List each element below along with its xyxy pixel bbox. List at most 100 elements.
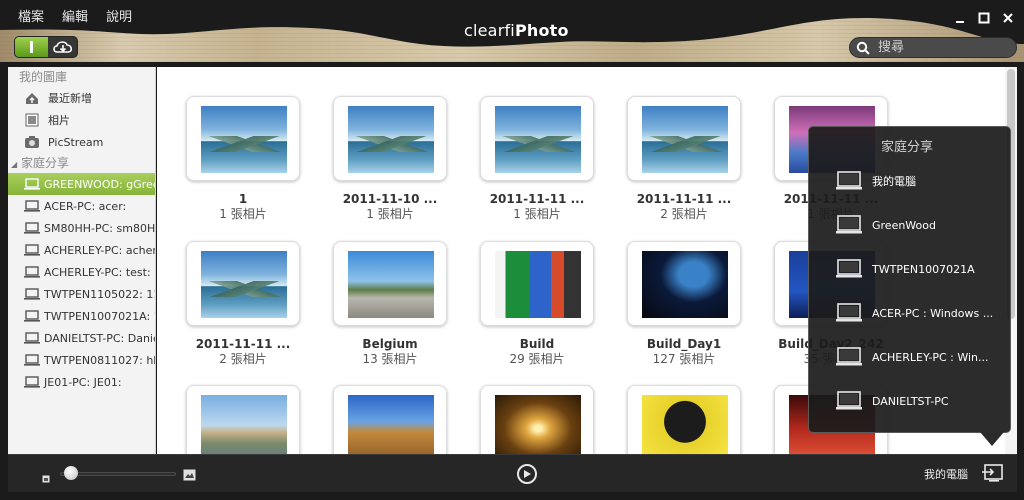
menu-file[interactable]: 檔案 bbox=[18, 8, 44, 28]
popup-title: 家庭分享 bbox=[881, 140, 934, 155]
popup-item-label: GreenWood bbox=[872, 218, 936, 232]
share-screen-icon bbox=[982, 464, 1003, 482]
device-list: GREENWOOD: gGreen ACER-PC: acer: SM80HH-PC… bbox=[8, 173, 155, 393]
popup-device-item[interactable]: ACHERLEY-PC : Win... bbox=[836, 347, 989, 367]
laptop-icon bbox=[24, 352, 40, 368]
large-thumbnail-icon[interactable] bbox=[183, 466, 196, 485]
popup-device-item[interactable]: TWTPEN1007021A bbox=[836, 259, 975, 279]
sidebar-device-item[interactable]: ACHERLEY-PC: acherle bbox=[8, 239, 155, 261]
album-caption: 2011-11-11 ... 2 張相片 bbox=[614, 192, 754, 222]
album-tile[interactable] bbox=[333, 241, 447, 326]
album-tile[interactable] bbox=[627, 96, 741, 181]
album-thumbnail bbox=[642, 106, 728, 173]
laptop-icon bbox=[24, 198, 40, 214]
album-photo-count: 1 張相片 bbox=[513, 207, 561, 221]
window-controls bbox=[946, 10, 1018, 26]
album-thumbnail bbox=[201, 106, 287, 173]
close-icon bbox=[1003, 13, 1013, 23]
laptop-icon bbox=[24, 242, 40, 258]
sidebar-item-label: 最近新增 bbox=[48, 92, 92, 105]
album-thumbnail bbox=[642, 251, 728, 318]
sidebar-item-picstream[interactable]: PicStream bbox=[8, 131, 155, 153]
album-tile[interactable] bbox=[186, 385, 300, 454]
logo-brand: clearfi bbox=[464, 21, 515, 40]
album-tile[interactable] bbox=[627, 241, 741, 326]
album-photo-count: 29 張相片 bbox=[509, 352, 565, 366]
popup-item-label: TWTPEN1007021A bbox=[872, 262, 975, 276]
album-tile[interactable] bbox=[333, 96, 447, 181]
popup-item-label: ACER-PC : Windows ... bbox=[872, 306, 994, 320]
laptop-icon bbox=[24, 330, 40, 346]
album-tile[interactable] bbox=[186, 96, 300, 181]
album-thumbnail bbox=[348, 251, 434, 318]
sidebar-device-item[interactable]: ACER-PC: acer: bbox=[8, 195, 155, 217]
popup-device-item[interactable]: 我的電腦 bbox=[836, 171, 916, 191]
album-title: 2011-11-11 ... bbox=[489, 192, 585, 206]
logo-product: Photo bbox=[514, 21, 569, 40]
sidebar-item-photos[interactable]: 相片 bbox=[8, 109, 155, 131]
menu-edit[interactable]: 編輯 bbox=[62, 8, 88, 28]
search-input[interactable] bbox=[878, 40, 1008, 55]
album-thumbnail bbox=[495, 395, 581, 454]
sidebar-item-recent[interactable]: 最近新增 bbox=[8, 87, 155, 109]
album-caption: 2011-11-11 ... 2 張相片 bbox=[173, 337, 313, 367]
album-tile[interactable] bbox=[480, 385, 594, 454]
album-tile[interactable] bbox=[480, 96, 594, 181]
sidebar-device-item[interactable]: GREENWOOD: gGreen bbox=[8, 173, 155, 195]
sidebar-device-item[interactable]: ACHERLEY-PC: test: bbox=[8, 261, 155, 283]
album-title: Belgium bbox=[362, 337, 418, 351]
bottom-toolbar: 我的電腦 bbox=[8, 454, 1017, 492]
current-device-label: 我的電腦 bbox=[924, 468, 968, 481]
album-tile[interactable] bbox=[333, 385, 447, 454]
album-photo-count: 13 張相片 bbox=[362, 352, 418, 366]
play-icon bbox=[524, 470, 531, 478]
album-caption: 2011-11-11 ...1 張相片 bbox=[467, 192, 607, 222]
popup-device-item[interactable]: GreenWood bbox=[836, 215, 936, 235]
minimize-button[interactable] bbox=[950, 10, 970, 26]
laptop-icon bbox=[836, 259, 862, 279]
sidebar-device-item[interactable]: DANIELTST-PC: Daniel bbox=[8, 327, 155, 349]
album-tile[interactable] bbox=[186, 241, 300, 326]
cloud-download-icon bbox=[52, 41, 72, 53]
popup-pointer bbox=[980, 432, 1004, 446]
album-photo-count: 1 張相片 bbox=[219, 207, 267, 221]
sidebar-device-item[interactable]: JE01-PC: JE01: bbox=[8, 371, 155, 393]
album-tile[interactable] bbox=[480, 241, 594, 326]
album-thumbnail bbox=[348, 395, 434, 454]
zoom-slider-handle[interactable] bbox=[63, 466, 78, 480]
album-title: 1 bbox=[238, 192, 248, 206]
album-caption: Belgium 13 張相片 bbox=[320, 337, 460, 367]
popup-device-item[interactable]: DANIELTST-PC bbox=[836, 391, 949, 411]
sidebar-item-label: ACER-PC: acer: bbox=[44, 199, 127, 213]
album-photo-count: 1 張相片 bbox=[366, 207, 414, 221]
laptop-icon bbox=[836, 391, 862, 411]
slideshow-play-button[interactable] bbox=[517, 464, 537, 484]
sidebar-device-item[interactable]: SM80HH-PC: sm80HH bbox=[8, 217, 155, 239]
laptop-icon bbox=[24, 374, 40, 390]
sidebar-device-item[interactable]: TWTPEN1105022: 1105 bbox=[8, 283, 155, 305]
collapse-arrow-icon: ◢ bbox=[11, 160, 18, 169]
sidebar-device-item[interactable]: TWTPEN1007021A: 100 bbox=[8, 305, 155, 327]
close-button[interactable] bbox=[998, 10, 1018, 26]
popup-device-item[interactable]: ACER-PC : Windows ... bbox=[836, 303, 993, 323]
menu-help[interactable]: 說明 bbox=[106, 8, 132, 28]
local-view-button[interactable] bbox=[15, 37, 48, 57]
album-photo-count: 2 張相片 bbox=[660, 207, 708, 221]
menu-bar: 檔案 編輯 說明 bbox=[0, 8, 132, 28]
album-title: 2011-11-11 ... bbox=[195, 337, 291, 351]
laptop-icon bbox=[836, 215, 862, 235]
album-tile[interactable] bbox=[627, 385, 741, 454]
photos-icon bbox=[24, 112, 40, 128]
cloud-view-button[interactable] bbox=[48, 37, 77, 57]
sidebar-device-item[interactable]: TWTPEN0811027: hh: bbox=[8, 349, 155, 371]
home-share-heading[interactable]: ◢ 家庭分享 bbox=[8, 153, 155, 173]
small-thumbnail-icon[interactable] bbox=[42, 468, 50, 487]
popup-item-label: DANIELTST-PC bbox=[872, 394, 949, 408]
share-target-button[interactable] bbox=[981, 463, 1005, 483]
search-box bbox=[849, 37, 1017, 58]
album-thumbnail bbox=[495, 251, 581, 318]
sidebar-item-label: DANIELTST-PC: Daniel bbox=[44, 331, 155, 345]
album-title: 2011-11-10 ... bbox=[342, 192, 438, 206]
laptop-icon bbox=[24, 286, 40, 302]
maximize-button[interactable] bbox=[974, 10, 994, 26]
